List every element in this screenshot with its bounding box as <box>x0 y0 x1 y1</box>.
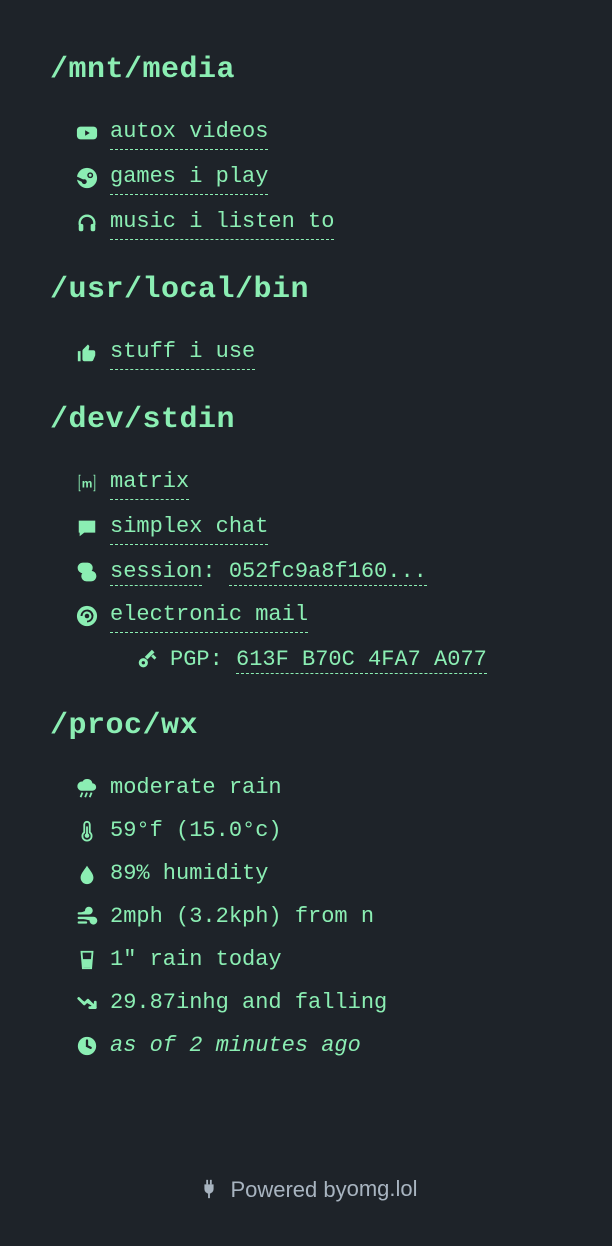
autox-videos-link[interactable]: autox videos <box>110 115 268 150</box>
chat-icon <box>72 516 102 540</box>
music-link[interactable]: music i listen to <box>110 205 334 240</box>
wx-pressure: 29.87inhg and falling <box>72 986 562 1019</box>
footer-prefix: Powered by <box>230 1173 346 1206</box>
key-icon <box>132 648 162 672</box>
pgp-label: PGP: <box>170 647 236 672</box>
wx-temperature: 59°f (15.0°c) <box>72 814 562 847</box>
pgp-fingerprint-link[interactable]: 613F B70C 4FA7 A077 <box>236 647 487 674</box>
matrix-icon: m <box>72 471 102 495</box>
bin-item-stuff: stuff i use <box>72 335 562 370</box>
wx-wind-text: 2mph (3.2kph) from n <box>110 900 374 933</box>
session-link[interactable]: session <box>110 559 202 586</box>
wx-pressure-text: 29.87inhg and falling <box>110 986 387 1019</box>
media-list: autox videos games i play music i listen… <box>50 115 562 240</box>
wx-condition-text: moderate rain <box>110 771 282 804</box>
youtube-icon <box>72 121 102 145</box>
glass-icon <box>72 948 102 972</box>
wx-condition: moderate rain <box>72 771 562 804</box>
media-item-games: games i play <box>72 160 562 195</box>
mail-link[interactable]: electronic mail <box>110 598 308 633</box>
steam-icon <box>72 166 102 190</box>
footer: Powered by omg.lol <box>50 1172 562 1206</box>
trend-down-icon <box>72 991 102 1015</box>
matrix-link[interactable]: matrix <box>110 465 189 500</box>
stdin-list: m matrix simplex chat session: 052fc9a8f… <box>50 465 562 676</box>
clock-icon <box>72 1034 102 1058</box>
media-item-music: music i listen to <box>72 205 562 240</box>
wx-list: moderate rain 59°f (15.0°c) 89% humidity… <box>50 771 562 1062</box>
rain-icon <box>72 776 102 800</box>
wx-wind: 2mph (3.2kph) from n <box>72 900 562 933</box>
wind-icon <box>72 905 102 929</box>
wx-asof: as of 2 minutes ago <box>72 1029 562 1062</box>
wx-rain-text: 1" rain today <box>110 943 282 976</box>
wx-asof-text: as of 2 minutes ago <box>110 1029 361 1062</box>
stdin-item-matrix: m matrix <box>72 465 562 500</box>
section-heading-stdin: /dev/stdin <box>50 398 562 443</box>
mail-icon <box>72 604 102 628</box>
wx-humidity: 89% humidity <box>72 857 562 890</box>
stdin-item-pgp: PGP: 613F B70C 4FA7 A077 <box>72 643 562 676</box>
thumbs-up-icon <box>72 341 102 365</box>
section-heading-wx: /proc/wx <box>50 704 562 749</box>
simplex-link[interactable]: simplex chat <box>110 510 268 545</box>
session-id-link[interactable]: 052fc9a8f160... <box>229 559 427 586</box>
svg-text:m: m <box>82 476 93 490</box>
wx-rain-today: 1" rain today <box>72 943 562 976</box>
session-icon <box>72 560 102 584</box>
bin-list: stuff i use <box>50 335 562 370</box>
stdin-item-simplex: simplex chat <box>72 510 562 545</box>
section-heading-bin: /usr/local/bin <box>50 268 562 313</box>
wx-humidity-text: 89% humidity <box>110 857 268 890</box>
stdin-item-session: session: 052fc9a8f160... <box>72 555 562 588</box>
section-heading-media: /mnt/media <box>50 48 562 93</box>
droplet-icon <box>72 862 102 886</box>
wx-temperature-text: 59°f (15.0°c) <box>110 814 282 847</box>
thermometer-icon <box>72 819 102 843</box>
footer-link[interactable]: omg.lol <box>347 1172 418 1206</box>
plug-icon <box>194 1177 224 1201</box>
media-item-autox: autox videos <box>72 115 562 150</box>
session-sep: : <box>202 559 228 584</box>
stuff-link[interactable]: stuff i use <box>110 335 255 370</box>
games-link[interactable]: games i play <box>110 160 268 195</box>
headphones-icon <box>72 211 102 235</box>
stdin-item-mail: electronic mail <box>72 598 562 633</box>
